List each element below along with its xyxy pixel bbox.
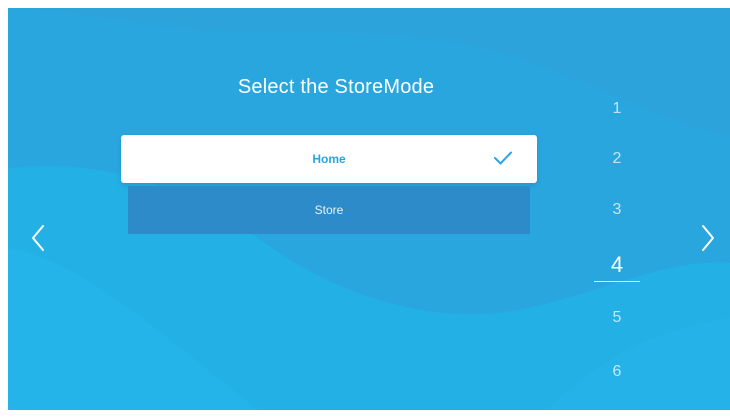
step-number-current: 4 [610, 252, 624, 277]
step-number: 1 [612, 100, 622, 117]
step-number: 3 [612, 201, 622, 218]
chevron-right-icon[interactable] [700, 224, 716, 252]
chevron-left-icon[interactable] [30, 224, 46, 252]
option-store[interactable]: Store [128, 186, 530, 234]
step-indicator: 1 2 3 4 5 6 [592, 8, 642, 410]
step-current-underline [594, 281, 640, 282]
option-home[interactable]: Home [121, 135, 537, 183]
step-number: 2 [612, 150, 622, 167]
store-mode-screen: Select the StoreMode Home Store 1 2 3 4 … [8, 8, 730, 410]
step-number: 6 [612, 363, 622, 380]
step-number: 5 [612, 309, 622, 326]
option-label: Home [312, 152, 346, 166]
page-title: Select the StoreMode [237, 76, 435, 98]
check-icon [494, 151, 512, 165]
option-label: Store [314, 203, 344, 217]
